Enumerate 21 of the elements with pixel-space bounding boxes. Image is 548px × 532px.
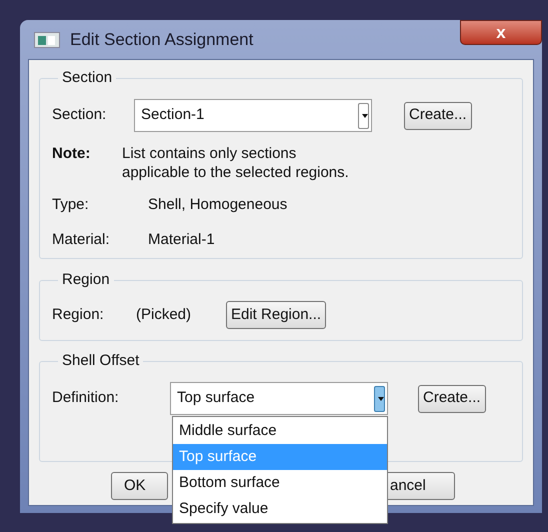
material-value: Material-1 (148, 230, 215, 250)
create-button[interactable]: Create... (404, 102, 472, 130)
ok-button[interactable]: OK (111, 472, 168, 500)
dropdown-option[interactable]: Middle surface (173, 418, 387, 444)
field-label: Type: (52, 195, 90, 215)
field-label: Definition: (52, 388, 120, 408)
note-text: List contains only sections applicable to the selected regions. (122, 144, 350, 182)
close-button[interactable]: x (460, 20, 542, 45)
edit-region-button[interactable]: Edit Region... (226, 301, 326, 329)
note-label: Note: (52, 144, 92, 164)
type-value: Shell, Homogeneous (148, 195, 288, 215)
group-title: Region (58, 270, 114, 290)
definition-dropdown[interactable]: Top surface (170, 382, 388, 415)
field-label: Material: (52, 230, 111, 250)
section-dropdown[interactable]: Section-1 (134, 99, 372, 132)
field-label: Section: (52, 105, 108, 126)
window-icon (34, 32, 60, 48)
window-title: Edit Section Assignment (70, 29, 254, 52)
field-label: Region: (52, 304, 105, 325)
create-button[interactable]: Create... (418, 384, 486, 412)
region-value: (Picked) (136, 304, 192, 325)
